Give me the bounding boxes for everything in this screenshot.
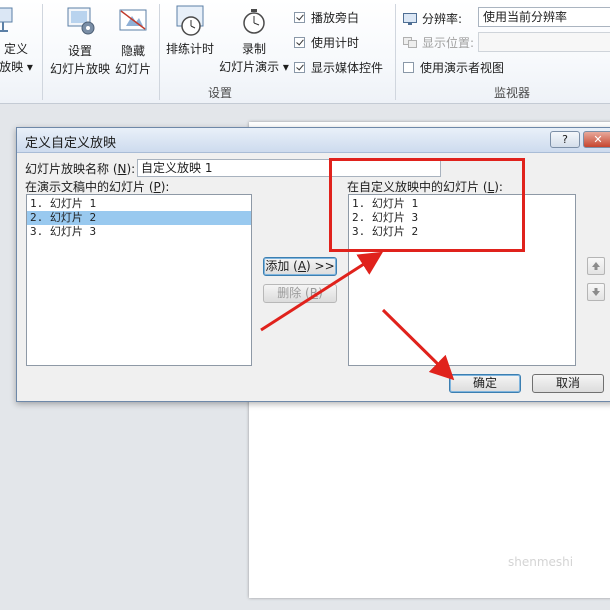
hide-slide-label: 隐藏 [120,44,145,58]
custom-show-label: 定义 [3,42,28,56]
setup-show-label-2: 幻灯片放映 [49,62,110,76]
show-media-controls-checkbox[interactable]: 显示媒体控件 [294,59,383,76]
move-down-button[interactable] [587,283,605,301]
record-label: 录制 [241,42,266,56]
list-item-selected[interactable]: 2. 幻灯片 2 [27,211,251,225]
setup-show-label: 设置 [67,44,92,58]
custom-show-icon [0,6,18,34]
move-up-button[interactable] [587,257,605,275]
media-controls-label: 显示媒体控件 [311,61,384,75]
play-narration-label: 播放旁白 [311,11,360,25]
resolution-dropdown[interactable]: 使用当前分辨率 [478,7,610,27]
remove-button[interactable]: 删除 (R) [263,284,337,303]
show-on-dropdown[interactable] [478,32,610,52]
monitor-icon [403,12,417,25]
presenter-view-label: 使用演示者视图 [420,61,505,75]
dialog-title: 定义自定义放映 [25,136,117,151]
rehearse-timings-button[interactable]: 排练计时 [160,4,220,58]
use-timings-label: 使用计时 [311,36,360,50]
resolution-label: 分辨率: [422,12,463,26]
play-narration-checkbox[interactable]: 播放旁白 [294,9,359,26]
show-on-label: 显示位置: [422,36,475,50]
stopwatch-icon [175,4,205,38]
list-item[interactable]: 1. 幻灯片 1 [27,197,251,211]
rehearse-label: 排练计时 [165,42,214,56]
add-button[interactable]: 添加 (A) >> [263,257,337,276]
display-position-icon [403,36,417,48]
ok-button[interactable]: 确定 [449,374,521,393]
hide-slide-button[interactable]: 隐藏 幻灯片 [112,6,154,78]
resolution-row: 分辨率: [403,10,462,27]
setup-show-icon [65,6,95,36]
help-button[interactable]: ? [550,131,580,148]
record-label-2: 幻灯片演示 ▾ [219,60,289,74]
list-item[interactable]: 3. 幻灯片 3 [27,225,251,239]
checkbox-checked-icon [294,37,305,48]
presenter-view-checkbox[interactable]: 使用演示者视图 [403,59,504,76]
hide-slide-icon [118,6,148,36]
arrow-down-icon [592,288,600,296]
dialog-titlebar[interactable]: 定义自定义放映 ? ✕ [17,128,610,153]
close-button[interactable]: ✕ [583,131,610,148]
cancel-button[interactable]: 取消 [532,374,604,393]
show-on-row: 显示位置: [403,34,474,51]
presentation-slides-list[interactable]: 1. 幻灯片 1 2. 幻灯片 2 3. 幻灯片 3 [26,194,252,366]
checkbox-unchecked-icon [403,62,414,73]
setup-group-label: 设置 [208,86,233,100]
presentation-slides-label: 在演示文稿中的幻灯片 (P): [25,180,170,194]
checkbox-checked-icon [294,12,305,23]
custom-show-button[interactable]: 定义 放映 ▾ [0,6,36,76]
annotation-highlight-box [329,158,525,252]
record-slide-show-button[interactable]: 录制 幻灯片演示 ▾ [216,8,292,76]
setup-slide-show-button[interactable]: 设置 幻灯片放映 [48,6,112,78]
show-name-label: 幻灯片放映名称 (N): [25,162,136,176]
monitor-group-label: 监视器 [494,86,531,100]
hide-slide-label-2: 幻灯片 [114,62,151,76]
use-timings-checkbox[interactable]: 使用计时 [294,34,359,51]
record-timer-icon [240,8,268,36]
watermark: shenmeshi [508,555,574,569]
arrow-up-icon [592,262,600,270]
ribbon: 定义 放映 ▾ 设置 幻灯片放映 隐藏 幻灯片 排练计时 录制 幻灯片演示 ▾ [0,0,610,104]
checkbox-checked-icon [294,62,305,73]
custom-show-label-2: 放映 ▾ [0,60,33,74]
